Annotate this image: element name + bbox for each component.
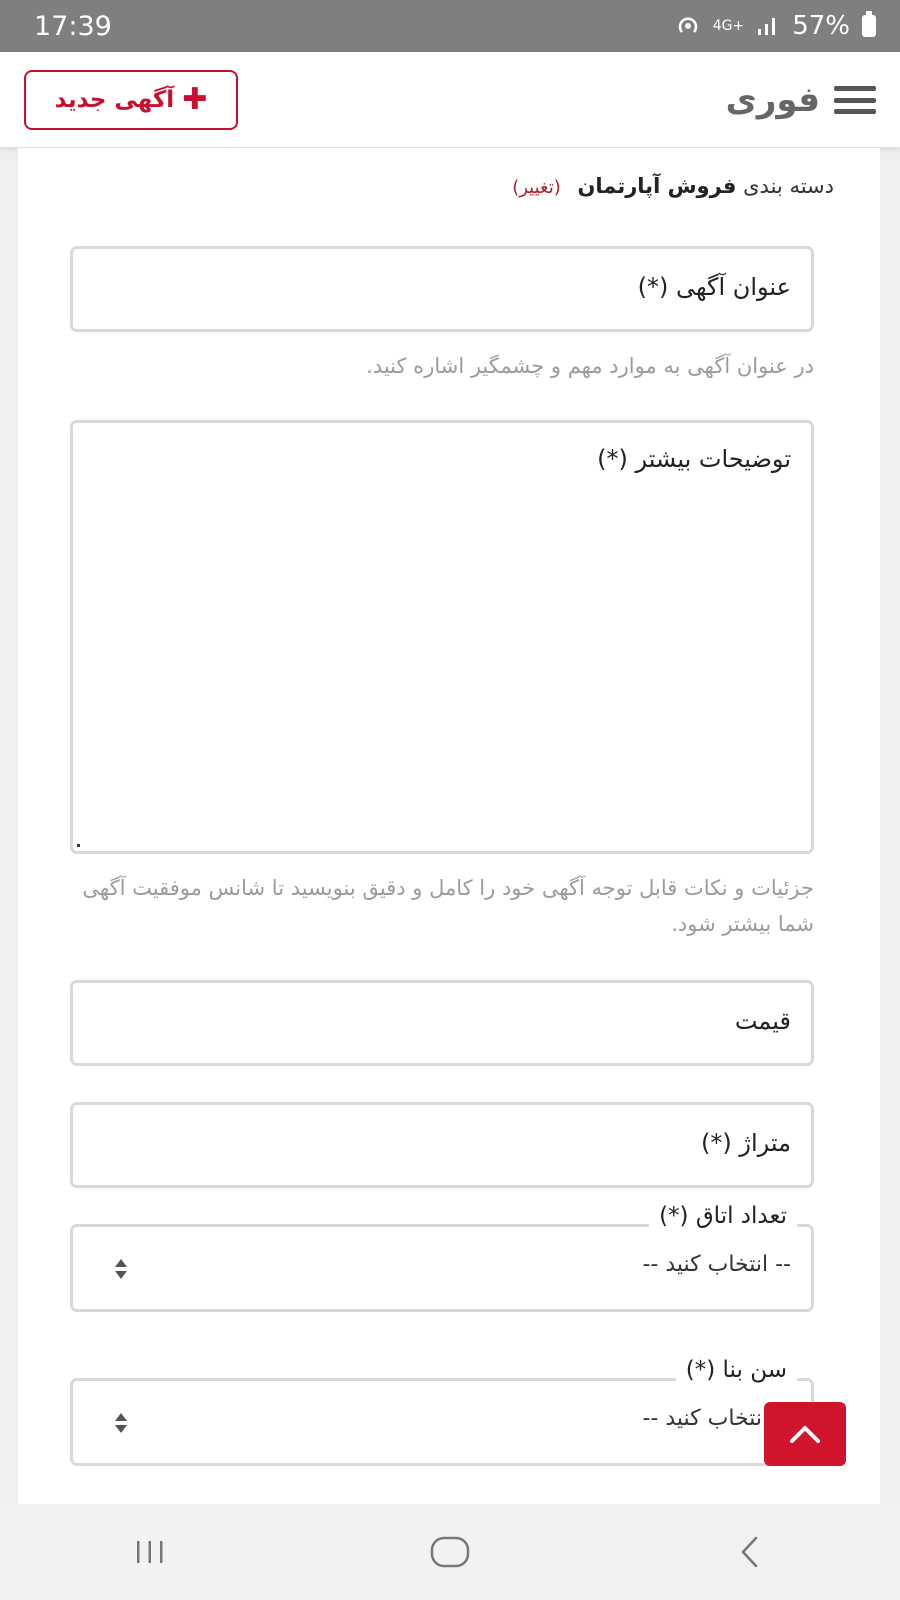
building-age-select[interactable]: سن بنا (*) -- انتخاب کنید -- <box>70 1357 814 1466</box>
description-help: جزئیات و نکات قابل توجه آگهی خود را کامل… <box>82 876 814 936</box>
title-input[interactable]: عنوان آگهی (*) <box>70 246 814 332</box>
app-header: ✚ آگهی جدید فوری <box>0 52 900 148</box>
category-row: دسته بندی فروش آپارتمان (تغییر) <box>512 174 834 198</box>
price-input[interactable]: قیمت <box>70 980 814 1066</box>
brand: فوری <box>726 70 876 130</box>
home-button[interactable] <box>420 1522 480 1582</box>
new-ad-button[interactable]: ✚ آگهی جدید <box>24 70 238 130</box>
ad-form: دسته بندی فروش آپارتمان (تغییر) عنوان آگ… <box>18 148 880 1504</box>
network-type: 4G+ <box>712 18 745 34</box>
sort-arrows-icon <box>115 1413 127 1433</box>
battery-percent: 57% <box>792 11 850 41</box>
rooms-value: -- انتخاب کنید -- <box>642 1252 791 1277</box>
category-change-link[interactable]: (تغییر) <box>512 177 561 198</box>
recents-icon <box>137 1541 163 1563</box>
building-age-label: سن بنا (*) <box>675 1357 797 1383</box>
chevron-up-icon <box>790 1426 820 1443</box>
area-input[interactable]: متراژ (*) <box>70 1102 814 1188</box>
rooms-select[interactable]: تعداد اتاق (*) -- انتخاب کنید -- <box>70 1203 814 1312</box>
hamburger-icon[interactable] <box>834 86 876 114</box>
title-label: عنوان آگهی (*) <box>637 273 791 301</box>
back-button[interactable] <box>720 1522 780 1582</box>
price-label: قیمت <box>734 1007 791 1035</box>
description-textarea[interactable]: توضیحات بیشتر (*) <box>70 420 814 854</box>
home-icon <box>430 1536 470 1568</box>
category-value: فروش آپارتمان <box>577 174 737 198</box>
back-icon <box>741 1536 758 1568</box>
brand-title[interactable]: فوری <box>726 80 820 120</box>
resize-handle[interactable] <box>77 844 80 847</box>
hotspot-icon <box>678 17 697 33</box>
area-label: متراژ (*) <box>701 1129 791 1157</box>
rooms-label: تعداد اتاق (*) <box>649 1203 797 1229</box>
sort-arrows-icon <box>115 1259 127 1279</box>
category-prefix: دسته بندی <box>743 174 834 198</box>
recents-button[interactable] <box>120 1522 180 1582</box>
status-time: 17:39 <box>34 10 112 42</box>
scroll-top-button[interactable] <box>764 1402 846 1466</box>
status-icons: 4G+ 57% <box>675 11 876 41</box>
status-bar: 17:39 4G+ 57% <box>0 0 900 52</box>
plus-icon: ✚ <box>182 82 208 117</box>
signal-icon <box>758 18 776 35</box>
title-help: در عنوان آگهی به موارد مهم و چشمگیر اشار… <box>366 354 814 378</box>
battery-icon <box>862 11 876 37</box>
description-label: توضیحات بیشتر (*) <box>597 445 791 473</box>
system-nav-bar <box>0 1504 900 1600</box>
new-ad-label: آگهی جدید <box>54 87 175 113</box>
